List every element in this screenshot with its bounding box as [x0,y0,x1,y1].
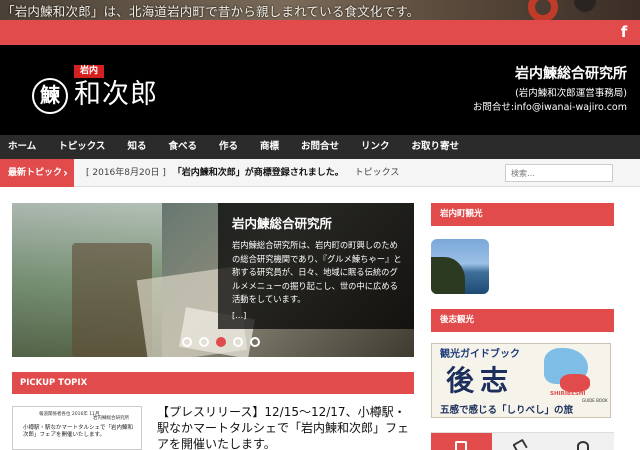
banner-map-sub: GUIDE BOOK [582,398,608,403]
news-date: [ 2016年8月20日 ] [86,168,166,178]
nav-item-trademark[interactable]: 商標 [249,135,290,159]
slider-dot-3[interactable] [216,337,226,347]
thumb-line-2: 岩内鰊総合研究所 [93,416,129,421]
comment-icon [577,441,589,450]
header-info: 岩内鰊総合研究所 (岩内鰊和次郎運営事務局) お問合せ:info@iwanai-… [473,64,627,115]
nav-item-make[interactable]: 作る [208,135,249,159]
news-category-link[interactable]: トピックス [355,168,400,178]
chevron-right-icon: › [63,166,68,180]
slider-dot-5[interactable] [250,337,260,347]
nav-item-order[interactable]: お取り寄せ [401,135,471,159]
contact-email[interactable]: お問合せ:info@iwanai-wajiro.com [473,101,627,115]
slider-dot-4[interactable] [233,337,243,347]
breaking-news-bar: 最新トピック › [ 2016年8月20日 ] 「岩内鰊和次郎」が商標登録されま… [0,159,640,187]
featured-slider[interactable]: 岩内鰊総合研究所 岩内鰊総合研究所は、岩内町の町興しのための総合研究機関であり、… [12,203,414,357]
social-bar: f [0,20,640,45]
tab-comments[interactable] [553,433,614,450]
iwanai-tourism-image[interactable] [431,239,489,294]
org-name: 岩内鰊総合研究所 [515,66,627,82]
thumb-line-1: 報道関係者各位 2016年 11月 [39,412,100,417]
shiribeshi-region-icon [560,374,590,392]
tab-tags[interactable] [492,433,553,450]
nav-item-eat[interactable]: 食べる [157,135,208,159]
nav-item-contact[interactable]: お問合せ [290,135,350,159]
banner-bottom-text: 五感で感じる「しりべし」の旅 [440,405,574,416]
thumb-line-3: 小樽駅・駅なかマートタルシェで「岩内鰊和次郎」フェアを開催いたします。 [23,425,134,438]
slide-text: 岩内鰊総合研究所は、岩内町の町興しのための総合研究機関であり、『グルメ鰊ちゃー』… [232,240,402,304]
main-nav: ホーム トピックス 知る 食べる 作る 商標 お問合せ リンク お取り寄せ [0,135,640,159]
banner-top-text: 観光ガイドブック [440,349,520,360]
sidebar-header-shiribeshi: 後志観光 [431,309,614,332]
news-title-link[interactable]: 「岩内鰊和次郎」が商標登録されました。 [173,168,344,178]
banner-map-label: SHIRIBESHI [550,391,586,397]
logo-kanji: 鰊 [32,78,68,114]
site-header: 鰊 岩内 和次郎 岩内鰊総合研究所 (岩内鰊和次郎運営事務局) お問合せ:inf… [0,45,640,135]
sidebar-tabs [431,432,614,450]
slide-title[interactable]: 岩内鰊総合研究所 [232,215,404,233]
tag-icon [512,438,528,450]
nav-item-links[interactable]: リンク [350,135,401,159]
search-input[interactable] [505,164,613,182]
pickup-title-link[interactable]: 【プレスリリース】12/15〜12/17、小樽駅・駅なかマートタルシェで「岩内鰊… [157,404,415,450]
breaking-label: 最新トピック › [0,159,74,187]
facebook-icon[interactable]: f [616,24,632,41]
read-more-link[interactable]: [...] [232,309,404,323]
document-icon [455,441,467,450]
pickup-header: PICKUP TOPIX [12,372,414,394]
nav-item-learn[interactable]: 知る [116,135,157,159]
logo-text: 和次郎 [74,79,158,110]
logo-tag: 岩内 [74,65,104,78]
breaking-label-text: 最新トピック [8,168,63,178]
tab-recent[interactable] [431,433,492,450]
nav-item-topics[interactable]: トピックス [47,135,116,159]
banner-decoration [528,0,558,20]
banner-big-text: 後志 [446,364,515,397]
site-tagline: 「岩内鰊和次郎」は、北海道岩内町で昔から親しまれている食文化です。 [2,4,420,19]
shiribeshi-guide-banner[interactable]: 観光ガイドブック 後志 SHIRIBESHI GUIDE BOOK 五感で感じる… [431,343,611,418]
top-banner: 「岩内鰊和次郎」は、北海道岩内町で昔から親しまれている食文化です。 [0,0,640,20]
slide-caption: 岩内鰊総合研究所 岩内鰊総合研究所は、岩内町の町興しのための総合研究機関であり、… [218,203,414,329]
breaking-news-item: [ 2016年8月20日 ] 「岩内鰊和次郎」が商標登録されました。 トピックス [86,159,399,187]
slider-dots [182,337,260,347]
sidebar-header-iwanai: 岩内町観光 [431,203,614,226]
slider-dot-1[interactable] [182,337,192,347]
slider-dot-2[interactable] [199,337,209,347]
pickup-thumbnail[interactable]: 報道関係者各位 2016年 11月 岩内鰊総合研究所 小樽駅・駅なかマートタルシ… [12,406,142,450]
org-sub: (岩内鰊和次郎運営事務局) [515,88,627,99]
banner-decoration-dark [574,0,596,12]
coast-cliff-shape [431,257,465,294]
nav-item-home[interactable]: ホーム [0,135,47,159]
